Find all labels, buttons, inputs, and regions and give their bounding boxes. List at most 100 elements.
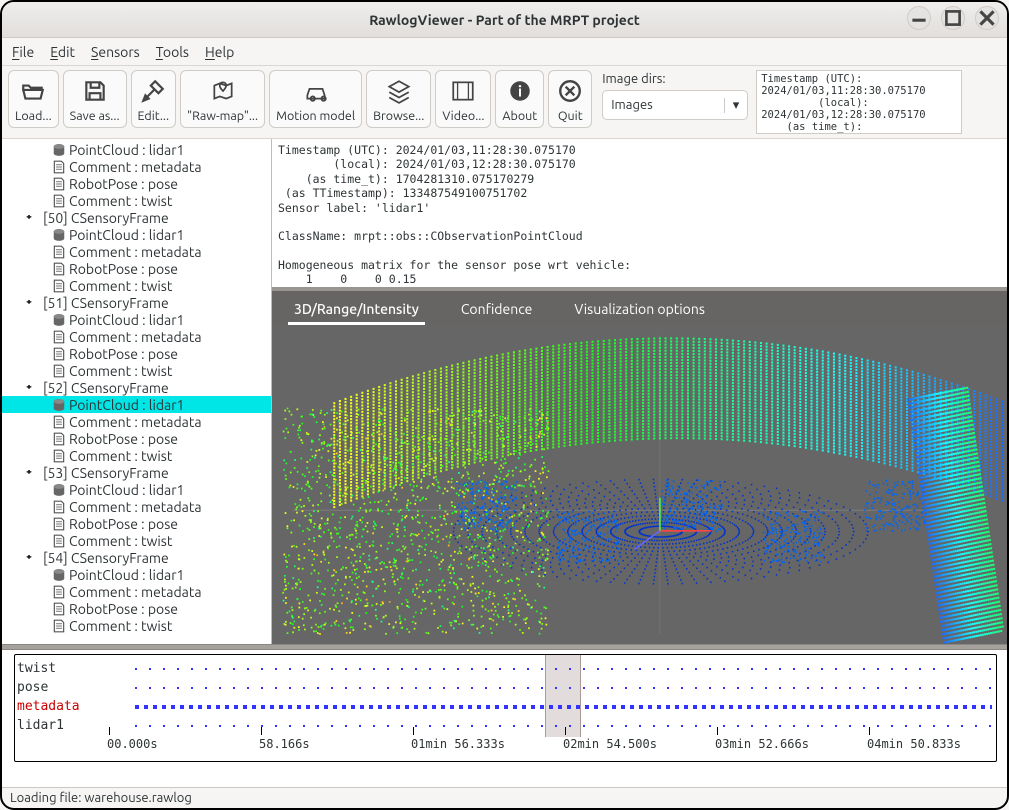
document-icon	[52, 177, 66, 191]
database-icon	[52, 398, 66, 412]
menubar: File Edit Sensors Tools Help	[2, 38, 1007, 66]
menu-file[interactable]: File	[12, 44, 34, 60]
tree-frame[interactable]: ◂▸[52] CSensoryFrame	[2, 379, 271, 396]
tree-item[interactable]: Comment : twist	[2, 277, 271, 294]
tree-item[interactable]: Comment : metadata	[2, 583, 271, 600]
film-icon	[450, 78, 476, 107]
document-icon	[52, 262, 66, 276]
document-icon	[52, 415, 66, 429]
document-icon	[52, 449, 66, 463]
3d-viewport[interactable]	[272, 325, 1007, 644]
tl-track-lidar1[interactable]	[95, 723, 996, 729]
rawmap-button[interactable]: "Raw-map"...	[180, 70, 265, 128]
tree-item[interactable]: Comment : twist	[2, 192, 271, 209]
tl-track-twist[interactable]	[95, 666, 996, 672]
menu-sensors[interactable]: Sensors	[91, 44, 140, 60]
window-title: RawlogViewer - Part of the MRPT project	[369, 12, 639, 28]
tab-viz-options[interactable]: Visualization options	[568, 295, 711, 325]
tree-item[interactable]: PointCloud : lidar1	[2, 566, 271, 583]
tree-item[interactable]: Comment : twist	[2, 532, 271, 549]
document-icon	[52, 194, 66, 208]
tree-item[interactable]: Comment : metadata	[2, 158, 271, 175]
tree-item[interactable]: RobotPose : pose	[2, 515, 271, 532]
browse-button[interactable]: Browse...	[366, 70, 431, 128]
tools-icon	[140, 78, 166, 107]
motion-model-button[interactable]: Motion model	[269, 70, 362, 128]
tree-item[interactable]: RobotPose : pose	[2, 430, 271, 447]
tab-3d-range[interactable]: 3D/Range/Intensity	[288, 295, 425, 325]
document-icon	[52, 364, 66, 378]
tab-confidence[interactable]: Confidence	[455, 295, 539, 325]
expander-icon: ◂▸	[26, 212, 40, 224]
timeline-tick: 03min 52.666s	[715, 737, 809, 751]
tree-item[interactable]: Comment : twist	[2, 447, 271, 464]
database-icon	[52, 568, 66, 582]
chevron-down-icon: ▾	[724, 98, 740, 113]
tl-track-metadata[interactable]	[95, 704, 996, 710]
tree-frame[interactable]: ◂▸[50] CSensoryFrame	[2, 209, 271, 226]
database-icon	[52, 483, 66, 497]
map-pin-icon	[210, 78, 236, 107]
document-icon	[52, 245, 66, 259]
timeline[interactable]: twist pose metadata lidar1 00.000s58.166…	[2, 650, 1007, 788]
tree-item[interactable]: RobotPose : pose	[2, 600, 271, 617]
menu-tools[interactable]: Tools	[156, 44, 189, 60]
tree-item[interactable]: PointCloud : lidar1	[2, 396, 271, 413]
timestamp-box: Timestamp (UTC): 2024/01/03,11:28:30.075…	[756, 70, 962, 134]
tree-item[interactable]: Comment : metadata	[2, 413, 271, 430]
video-button[interactable]: Video...	[435, 70, 491, 128]
tl-label-twist: twist	[15, 661, 95, 676]
document-icon	[52, 534, 66, 548]
tree[interactable]: PointCloud : lidar1Comment : metadataRob…	[2, 139, 272, 644]
document-icon	[52, 330, 66, 344]
document-icon	[52, 160, 66, 174]
menu-edit[interactable]: Edit	[50, 44, 75, 60]
timeline-tick: 58.166s	[259, 737, 310, 751]
load-button[interactable]: Load...	[8, 70, 59, 128]
tree-item[interactable]: Comment : metadata	[2, 328, 271, 345]
expander-icon: ◂▸	[26, 467, 40, 479]
car-icon	[303, 78, 329, 107]
document-icon	[52, 517, 66, 531]
tree-item[interactable]: Comment : twist	[2, 617, 271, 634]
tree-item[interactable]: RobotPose : pose	[2, 345, 271, 362]
about-button[interactable]: i About	[495, 70, 544, 128]
document-icon	[52, 279, 66, 293]
folder-open-icon	[20, 78, 46, 107]
floppy-icon	[82, 78, 108, 107]
maximize-button[interactable]	[941, 6, 965, 30]
tree-item[interactable]: PointCloud : lidar1	[2, 226, 271, 243]
tree-frame[interactable]: ◂▸[54] CSensoryFrame	[2, 549, 271, 566]
expander-icon: ◂▸	[26, 382, 40, 394]
tl-track-pose[interactable]	[95, 685, 996, 691]
svg-text:i: i	[518, 82, 522, 99]
tree-item[interactable]: PointCloud : lidar1	[2, 481, 271, 498]
tree-item[interactable]: RobotPose : pose	[2, 175, 271, 192]
close-button[interactable]	[975, 6, 999, 30]
save-button[interactable]: Save as...	[63, 70, 127, 128]
edit-button[interactable]: Edit...	[131, 70, 177, 128]
tree-item[interactable]: Comment : twist	[2, 362, 271, 379]
quit-button[interactable]: Quit	[548, 70, 592, 128]
menu-help[interactable]: Help	[205, 44, 234, 60]
info-icon: i	[507, 78, 533, 107]
tree-frame[interactable]: ◂▸[51] CSensoryFrame	[2, 294, 271, 311]
minimize-button[interactable]	[907, 6, 931, 30]
tree-item[interactable]: Comment : metadata	[2, 498, 271, 515]
tree-item[interactable]: PointCloud : lidar1	[2, 311, 271, 328]
tree-item[interactable]: Comment : metadata	[2, 243, 271, 260]
timeline-tick: 00.000s	[107, 737, 158, 751]
tree-frame[interactable]: ◂▸[53] CSensoryFrame	[2, 464, 271, 481]
timeline-tick: 01min 56.333s	[411, 737, 505, 751]
image-dirs-dropdown[interactable]: Images ▾	[602, 90, 748, 120]
toolbar: Load... Save as... Edit... "Raw-map"... …	[2, 66, 1007, 139]
document-icon	[52, 602, 66, 616]
database-icon	[52, 228, 66, 242]
database-icon	[52, 313, 66, 327]
close-circle-icon	[557, 78, 583, 107]
document-icon	[52, 500, 66, 514]
tree-item[interactable]: PointCloud : lidar1	[2, 141, 271, 158]
tree-item[interactable]: RobotPose : pose	[2, 260, 271, 277]
document-icon	[52, 585, 66, 599]
document-icon	[52, 347, 66, 361]
